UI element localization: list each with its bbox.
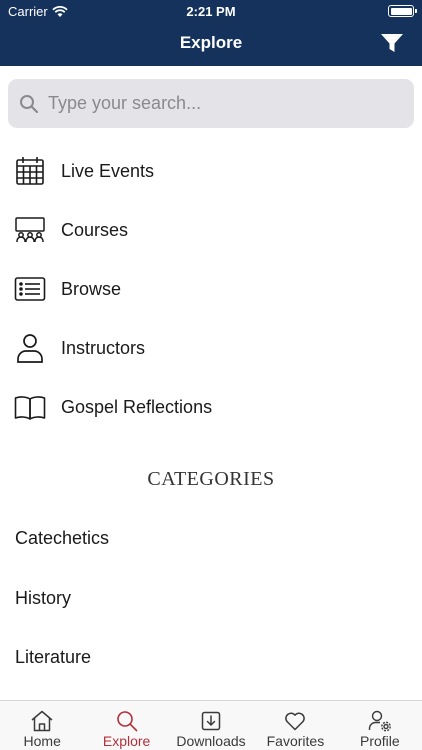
calendar-icon <box>14 155 46 187</box>
search-icon <box>116 711 137 732</box>
category-item-history[interactable]: History <box>0 576 422 620</box>
search-bar[interactable] <box>8 79 414 128</box>
tab-label: Home <box>23 733 61 749</box>
menu-item-label: Instructors <box>61 337 146 358</box>
category-label: History <box>15 588 72 608</box>
menu-item-label: Browse <box>61 278 122 299</box>
category-label: Literature <box>15 647 92 667</box>
battery-icon <box>388 5 417 17</box>
menu-item-label: Courses <box>61 219 129 240</box>
nav-header: Carrier 2:21 PM Explore <box>0 0 422 66</box>
tab-bar: Home Explore Downloads Favorites Profile <box>0 700 422 750</box>
menu-item-gospel-reflections[interactable]: Gospel Reflections <box>0 381 422 433</box>
tab-label: Downloads <box>176 733 246 749</box>
status-time: 2:21 PM <box>186 4 236 19</box>
tab-favorites[interactable]: Favorites <box>253 701 337 750</box>
status-bar: Carrier 2:21 PM <box>0 0 422 22</box>
home-icon <box>31 710 53 732</box>
filter-icon[interactable] <box>380 33 404 53</box>
menu-item-instructors[interactable]: Instructors <box>0 322 422 374</box>
page-title: Explore <box>179 33 243 52</box>
tab-label: Profile <box>359 733 400 749</box>
tab-home[interactable]: Home <box>0 701 84 750</box>
person-icon <box>14 332 46 364</box>
menu-item-live-events[interactable]: Live Events <box>0 145 422 197</box>
search-input[interactable] <box>48 79 404 128</box>
profile-settings-icon <box>368 710 391 732</box>
tab-downloads[interactable]: Downloads <box>169 701 253 750</box>
tab-label: Favorites <box>266 733 325 749</box>
search-icon <box>20 95 39 114</box>
download-icon <box>201 711 221 731</box>
menu-item-browse[interactable]: Browse <box>0 263 422 315</box>
classroom-icon <box>14 214 46 246</box>
category-item-catechetics[interactable]: Catechetics <box>0 516 422 560</box>
tab-profile[interactable]: Profile <box>338 701 422 750</box>
menu-item-label: Gospel Reflections <box>61 396 213 417</box>
book-icon <box>14 391 46 423</box>
heart-icon <box>285 712 306 731</box>
tab-explore[interactable]: Explore <box>84 701 168 750</box>
category-label: Catechetics <box>15 528 110 548</box>
categories-heading: CATEGORIES <box>147 468 275 490</box>
tab-label: Explore <box>102 733 151 749</box>
menu-item-courses[interactable]: Courses <box>0 204 422 256</box>
menu-item-label: Live Events <box>61 160 155 181</box>
category-item-literature[interactable]: Literature <box>0 635 422 679</box>
list-icon <box>14 273 46 305</box>
